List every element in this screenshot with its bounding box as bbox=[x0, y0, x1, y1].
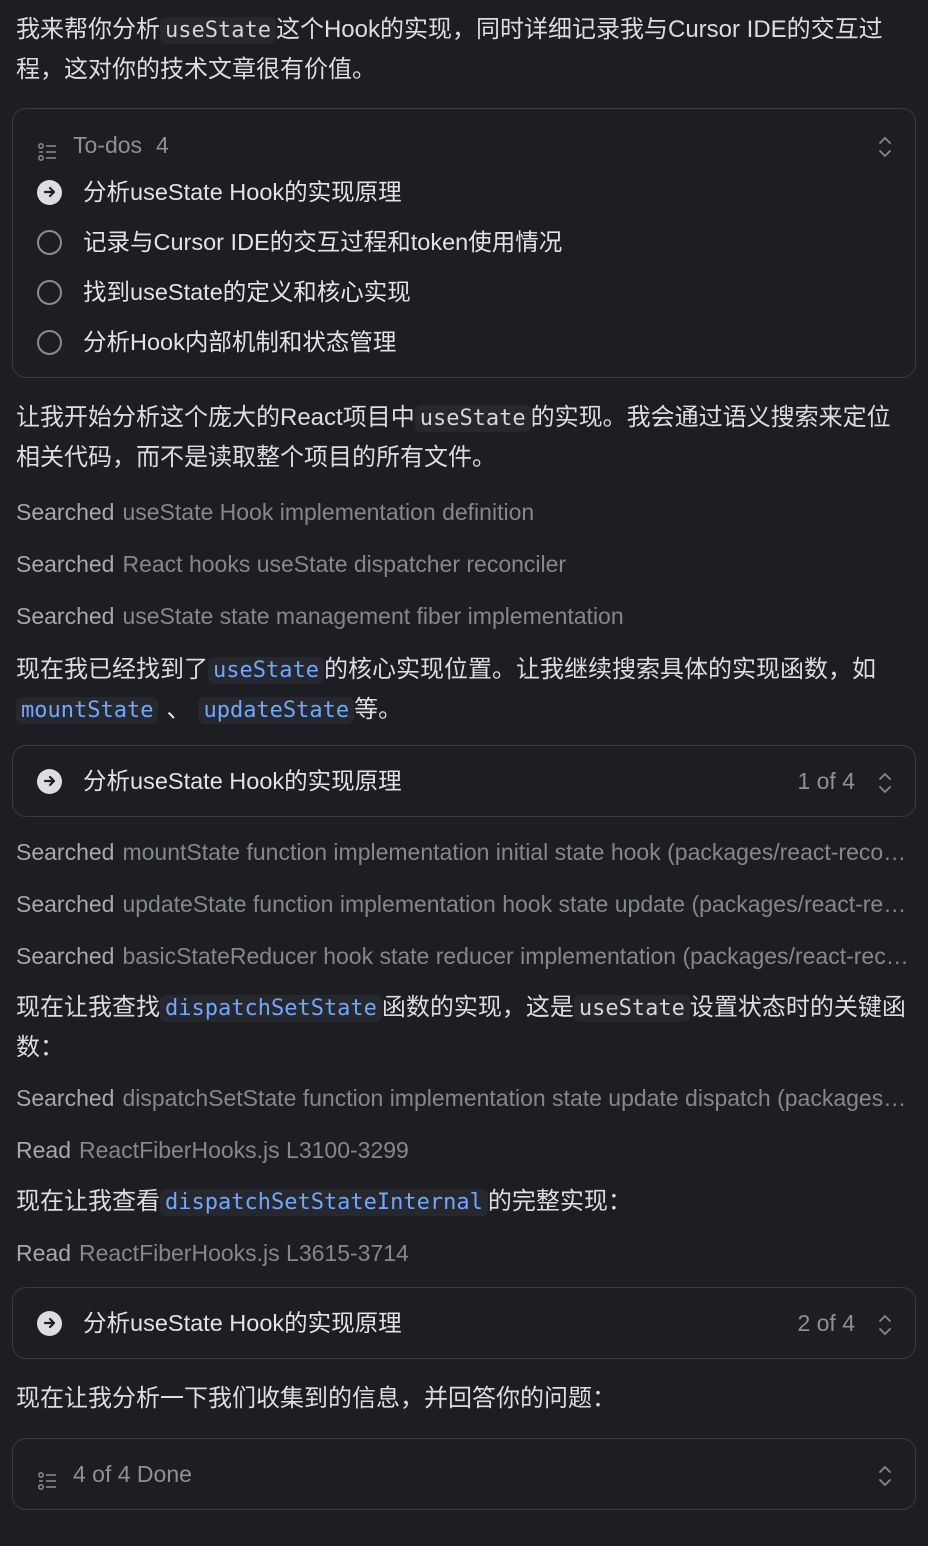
chevron-up-down-icon[interactable] bbox=[877, 1311, 893, 1337]
pending-circle-icon bbox=[37, 279, 62, 305]
tool-call-line[interactable]: Searched mountState function implementati… bbox=[16, 826, 912, 878]
code-link[interactable]: dispatchSetState bbox=[160, 995, 382, 1022]
para-text: 现在让我分析一下我们收集到的信息，并回答你的问题： bbox=[16, 1385, 616, 1412]
para-text: 、 bbox=[166, 696, 191, 723]
tool-call-line[interactable]: Searched updateState function implementat… bbox=[16, 878, 912, 930]
tool-call-line[interactable]: Searched dispatchSetState function implem… bbox=[16, 1072, 912, 1124]
todo-panel-title: To-dos bbox=[73, 131, 143, 158]
code-link[interactable]: updateState bbox=[198, 697, 355, 724]
para-text: 的完整实现： bbox=[487, 1188, 632, 1215]
paragraph-4: 现在让我查找 dispatchSetState 函数的实现，这是 useState 设置… bbox=[16, 988, 912, 1066]
todo-item[interactable]: 分析Hook内部机制和状态管理 bbox=[37, 317, 891, 367]
tool-call-line[interactable]: Searched React hooks useState dispatcher … bbox=[16, 538, 912, 590]
todo-panel-header[interactable]: To-dos 4 bbox=[37, 123, 891, 167]
code-link[interactable]: useState bbox=[208, 657, 324, 684]
para-text: 让我开始分析这个庞大的React项目中 bbox=[16, 404, 415, 431]
tool-verb: Searched bbox=[16, 838, 115, 865]
todo-item[interactable]: 找到useState的定义和核心实现 bbox=[37, 267, 891, 317]
status-label: 分析useState Hook的实现原理 bbox=[83, 767, 402, 794]
todo-item[interactable]: 分析useState Hook的实现原理 bbox=[37, 167, 891, 217]
search-list-3: Searched dispatchSetState function implem… bbox=[16, 1072, 912, 1176]
tool-detail: ReactFiberHooks.js L3100-3299 bbox=[78, 1136, 409, 1163]
tool-call-line[interactable]: Searched useState Hook implementation def… bbox=[16, 486, 912, 538]
search-list-2: Searched mountState function implementati… bbox=[16, 826, 912, 982]
search-list-1: Searched useState Hook implementation def… bbox=[16, 486, 912, 642]
todo-label: 找到useState的定义和核心实现 bbox=[83, 278, 411, 305]
paragraph-6: 现在让我分析一下我们收集到的信息，并回答你的问题： bbox=[16, 1379, 912, 1418]
tool-verb: Searched bbox=[16, 550, 115, 577]
tool-call-line[interactable]: Searched basicStateReducer hook state red… bbox=[16, 930, 912, 982]
todo-label: 分析useState Hook的实现原理 bbox=[83, 178, 402, 205]
todo-panel: To-dos 4 分析useState Hook的实现原理 记录与Cursor … bbox=[12, 108, 916, 378]
inline-code: useState bbox=[573, 995, 690, 1022]
pending-circle-icon bbox=[37, 329, 62, 355]
todo-status-panel[interactable]: 分析useState Hook的实现原理 2 of 4 bbox=[12, 1287, 916, 1359]
tool-detail: updateState function implementation hook… bbox=[122, 890, 912, 917]
tool-detail: useState state management fiber implemen… bbox=[122, 602, 624, 629]
intro-text: 我来帮你分析 bbox=[16, 16, 160, 43]
tool-call-line[interactable]: Searched useState state management fiber … bbox=[16, 590, 912, 642]
para-text: 现在让我查找 bbox=[16, 994, 160, 1021]
para-text: 现在我已经找到了 bbox=[16, 656, 208, 683]
paragraph-5: 现在让我查看 dispatchSetStateInternal 的完整实现： bbox=[16, 1182, 912, 1221]
tool-verb: Searched bbox=[16, 890, 115, 917]
paragraph-2: 让我开始分析这个庞大的React项目中 useState 的实现。我会通过语义搜索来… bbox=[16, 398, 912, 476]
todo-count: 4 bbox=[156, 131, 169, 158]
tool-verb: Searched bbox=[16, 1084, 115, 1111]
in-progress-arrow-icon bbox=[37, 768, 62, 794]
todo-label: 分析Hook内部机制和状态管理 bbox=[83, 328, 397, 355]
in-progress-arrow-icon bbox=[37, 179, 62, 205]
tool-detail: basicStateReducer hook state reducer imp… bbox=[122, 942, 912, 969]
inline-code: useState bbox=[414, 405, 531, 432]
tool-verb: Searched bbox=[16, 602, 115, 629]
todo-label: 记录与Cursor IDE的交互过程和token使用情况 bbox=[83, 228, 563, 255]
tool-verb: Searched bbox=[16, 942, 115, 969]
todo-item[interactable]: 记录与Cursor IDE的交互过程和token使用情况 bbox=[37, 217, 891, 267]
checklist-icon bbox=[37, 1464, 59, 1491]
code-link[interactable]: mountState bbox=[16, 697, 159, 724]
tool-detail: mountState function implementation initi… bbox=[122, 838, 912, 865]
para-text: 函数的实现，这是 bbox=[381, 994, 574, 1021]
para-text: 等。 bbox=[354, 696, 403, 723]
intro-paragraph: 我来帮你分析 useState 这个Hook的实现，同时详细记录我与Cursor I… bbox=[16, 10, 912, 88]
inline-code: useState bbox=[160, 17, 276, 44]
chevron-up-down-icon[interactable] bbox=[877, 1462, 893, 1488]
todo-status-panel[interactable]: 分析useState Hook的实现原理 1 of 4 bbox=[12, 745, 916, 817]
search-list-4: Read ReactFiberHooks.js L3615-3714 bbox=[16, 1227, 912, 1279]
in-progress-arrow-icon bbox=[37, 1310, 62, 1336]
tool-verb: Read bbox=[16, 1239, 71, 1266]
tool-detail: React hooks useState dispatcher reconcil… bbox=[122, 550, 567, 577]
paragraph-3: 现在我已经找到了 useState 的核心实现位置。让我继续搜索具体的实现函数，如 m… bbox=[16, 650, 912, 728]
tool-call-line[interactable]: Read ReactFiberHooks.js L3100-3299 bbox=[16, 1124, 912, 1176]
checklist-icon bbox=[37, 135, 59, 162]
tool-detail: dispatchSetState function implementation… bbox=[122, 1084, 912, 1111]
status-count: 1 of 4 bbox=[797, 767, 855, 794]
done-label: 4 of 4 Done bbox=[73, 1460, 192, 1487]
para-text: 的核心实现位置。让我继续搜索具体的实现函数，如 bbox=[323, 656, 876, 683]
tool-verb: Read bbox=[16, 1136, 71, 1163]
pending-circle-icon bbox=[37, 229, 62, 255]
tool-detail: useState Hook implementation definition bbox=[122, 498, 535, 525]
chevron-up-down-icon[interactable] bbox=[877, 769, 893, 795]
todo-done-panel[interactable]: 4 of 4 Done bbox=[12, 1438, 916, 1510]
chevron-up-down-icon[interactable] bbox=[877, 133, 893, 159]
status-count: 2 of 4 bbox=[797, 1309, 855, 1336]
para-text: 现在让我查看 bbox=[16, 1188, 160, 1215]
tool-call-line[interactable]: Read ReactFiberHooks.js L3615-3714 bbox=[16, 1227, 912, 1279]
status-label: 分析useState Hook的实现原理 bbox=[83, 1309, 402, 1336]
tool-verb: Searched bbox=[16, 498, 115, 525]
code-link[interactable]: dispatchSetStateInternal bbox=[160, 1189, 488, 1216]
tool-detail: ReactFiberHooks.js L3615-3714 bbox=[78, 1239, 409, 1266]
